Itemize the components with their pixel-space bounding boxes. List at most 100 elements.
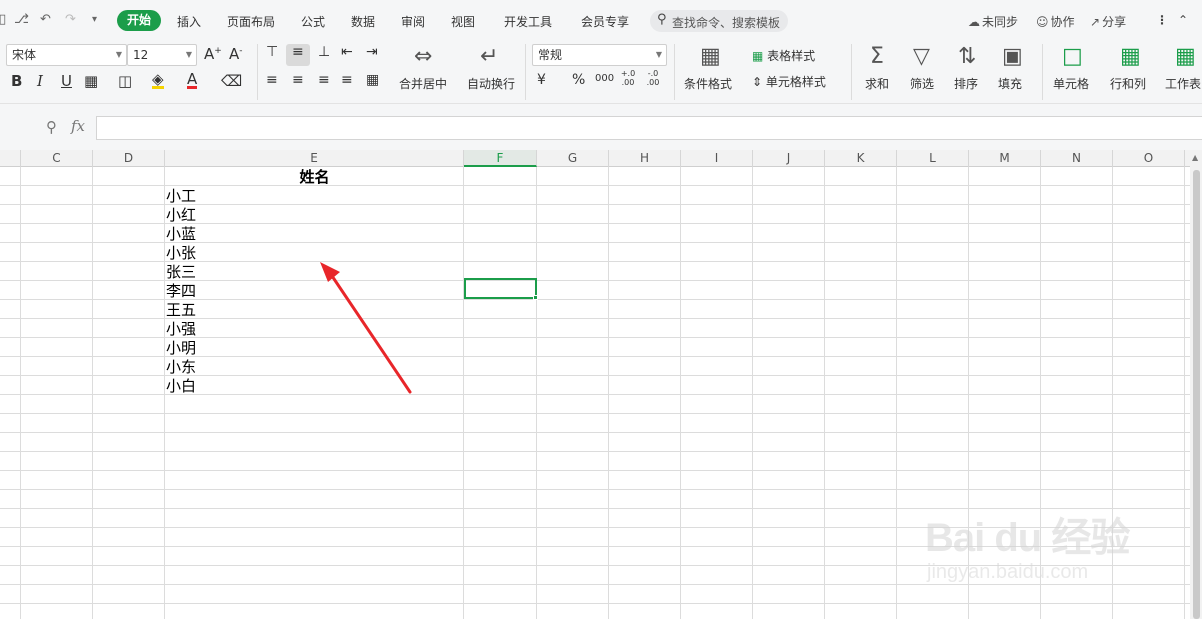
filter-button[interactable]: 筛选 xyxy=(910,75,934,92)
column-header-m[interactable]: M xyxy=(969,150,1041,167)
save-icon[interactable]: ◫ xyxy=(0,12,6,27)
tab-formula[interactable]: 公式 xyxy=(301,13,325,30)
align-bottom-icon[interactable]: ⊥ xyxy=(318,44,330,60)
tab-view[interactable]: 视图 xyxy=(451,13,475,30)
border-icon[interactable]: ▦ xyxy=(84,72,98,90)
fill-icon[interactable]: ▣ xyxy=(1002,44,1023,69)
font-size-select[interactable]: 12 ▼ xyxy=(127,44,197,66)
align-center-icon[interactable]: ≡ xyxy=(292,72,304,88)
tab-insert[interactable]: 插入 xyxy=(177,13,201,30)
align-middle-icon[interactable]: ≡ xyxy=(292,44,304,60)
name-cell[interactable]: 小工 xyxy=(165,187,463,206)
gridline xyxy=(536,167,537,619)
chevron-down-icon: ▼ xyxy=(185,50,192,59)
cell-icon[interactable]: □ xyxy=(1062,44,1083,69)
indent-decrease-icon[interactable]: ⇤ xyxy=(341,44,353,60)
filter-icon[interactable]: ▽ xyxy=(913,44,930,69)
fill-button[interactable]: 填充 xyxy=(998,75,1022,92)
sum-button[interactable]: 求和 xyxy=(865,75,889,92)
justify-icon[interactable]: ≡ xyxy=(341,72,353,88)
underline-button[interactable]: U xyxy=(61,72,72,90)
scrollbar-thumb[interactable] xyxy=(1193,170,1200,619)
column-header-k[interactable]: K xyxy=(825,150,897,167)
name-cell[interactable]: 小蓝 xyxy=(165,225,463,244)
zoom-icon[interactable]: ⚲ xyxy=(46,118,57,136)
font-name-select[interactable]: 宋体 ▼ xyxy=(6,44,127,66)
number-format-select[interactable]: 常规 ▼ xyxy=(532,44,667,66)
formula-bar: ⚲ fx xyxy=(0,104,1202,150)
tab-data[interactable]: 数据 xyxy=(351,13,375,30)
indent-increase-icon[interactable]: ⇥ xyxy=(366,44,378,60)
italic-button[interactable]: I xyxy=(37,72,43,90)
redo-icon[interactable]: ↷ xyxy=(65,12,76,27)
fill-color-icon[interactable]: ◈ xyxy=(152,72,164,89)
cell-e-header[interactable]: 姓名 xyxy=(165,168,463,187)
tab-review[interactable]: 审阅 xyxy=(401,13,425,30)
percent-button[interactable]: % xyxy=(572,72,585,88)
selected-cell[interactable] xyxy=(464,278,538,300)
wrap-text-icon[interactable]: ↵ xyxy=(480,44,498,69)
tab-home[interactable]: 开始 xyxy=(117,10,161,31)
fx-button[interactable]: fx xyxy=(71,117,85,135)
command-search[interactable]: ⚲ 查找命令、搜索模板 xyxy=(650,10,788,32)
tab-member[interactable]: 会员专享 xyxy=(581,13,629,30)
chevron-down-icon[interactable]: ▾ xyxy=(92,14,97,25)
vertical-scrollbar[interactable]: ▲ xyxy=(1190,150,1202,619)
column-header-d[interactable]: D xyxy=(93,150,165,167)
column-header-n[interactable]: N xyxy=(1041,150,1113,167)
wrap-text-button[interactable]: 自动换行 xyxy=(467,75,515,92)
more-icon[interactable]: ⋮ xyxy=(1156,13,1168,27)
fill-handle[interactable] xyxy=(533,295,538,300)
column-header-h[interactable]: H xyxy=(609,150,681,167)
row-col-button[interactable]: 行和列 xyxy=(1110,75,1146,92)
row-header-corner xyxy=(0,150,21,167)
cell-button[interactable]: 单元格 xyxy=(1053,75,1089,92)
worksheet-icon[interactable]: ▦ xyxy=(1175,44,1196,69)
collab-button[interactable]: ☺ 协作 xyxy=(1036,13,1075,30)
column-header-c[interactable]: C xyxy=(21,150,93,167)
sum-icon[interactable]: Σ xyxy=(870,44,884,69)
distributed-icon[interactable]: ▦ xyxy=(366,72,379,88)
sort-icon[interactable]: ⇅ xyxy=(958,44,976,69)
undo-icon[interactable]: ↶ xyxy=(40,12,51,27)
share-button[interactable]: ↗ 分享 xyxy=(1090,13,1126,30)
align-top-icon[interactable]: ⊤ xyxy=(266,44,278,60)
merge-center-button[interactable]: 合并居中 xyxy=(399,75,447,92)
column-header-g[interactable]: G xyxy=(537,150,609,167)
formula-input[interactable] xyxy=(96,116,1202,140)
worksheet-button[interactable]: 工作表 xyxy=(1165,75,1201,92)
column-header-f[interactable]: F xyxy=(464,150,537,167)
font-color-icon[interactable]: A xyxy=(187,72,198,89)
cell-style-button[interactable]: ⇕ 单元格样式 xyxy=(752,73,826,90)
column-header-e[interactable]: E xyxy=(165,150,464,167)
currency-button[interactable]: ¥ xyxy=(537,72,546,88)
bold-button[interactable]: B xyxy=(11,72,22,90)
scroll-up-icon[interactable]: ▲ xyxy=(1192,153,1198,162)
column-header-j[interactable]: J xyxy=(753,150,825,167)
table-style-button[interactable]: ▦ 表格样式 xyxy=(752,47,815,64)
sort-button[interactable]: 排序 xyxy=(954,75,978,92)
menu-bar: ◫ ⎇ ↶ ↷ ▾ 开始 插入 页面布局 公式 数据 审阅 视图 开发工具 会员… xyxy=(0,0,1202,40)
decrease-decimal-button[interactable]: -.0 .00 xyxy=(645,69,661,87)
merge-center-icon[interactable]: ⇔ xyxy=(414,44,432,69)
row-col-icon[interactable]: ▦ xyxy=(1120,44,1141,69)
align-left-icon[interactable]: ≡ xyxy=(266,72,278,88)
align-right-icon[interactable]: ≡ xyxy=(318,72,330,88)
cell-style-icon[interactable]: ◫ xyxy=(118,72,132,90)
tab-page-layout[interactable]: 页面布局 xyxy=(227,13,275,30)
column-header-o[interactable]: O xyxy=(1113,150,1185,167)
tab-developer[interactable]: 开发工具 xyxy=(504,13,552,30)
sync-button[interactable]: ☁ 未同步 xyxy=(968,13,1018,30)
increase-decimal-button[interactable]: +.0 .00 xyxy=(620,69,636,87)
conditional-format-button[interactable]: 条件格式 xyxy=(684,75,732,92)
decrease-font-icon[interactable]: A- xyxy=(229,45,243,63)
conditional-format-icon[interactable]: ▦ xyxy=(700,44,721,69)
collapse-ribbon-icon[interactable]: ⌃ xyxy=(1178,13,1188,27)
increase-font-icon[interactable]: A+ xyxy=(204,45,222,63)
print-preview-icon[interactable]: ⎇ xyxy=(14,12,29,27)
eraser-icon[interactable]: ⌫ xyxy=(221,72,242,90)
thousands-button[interactable]: 000 xyxy=(595,73,614,84)
column-header-i[interactable]: I xyxy=(681,150,753,167)
column-header-l[interactable]: L xyxy=(897,150,969,167)
name-cell[interactable]: 小红 xyxy=(165,206,463,225)
